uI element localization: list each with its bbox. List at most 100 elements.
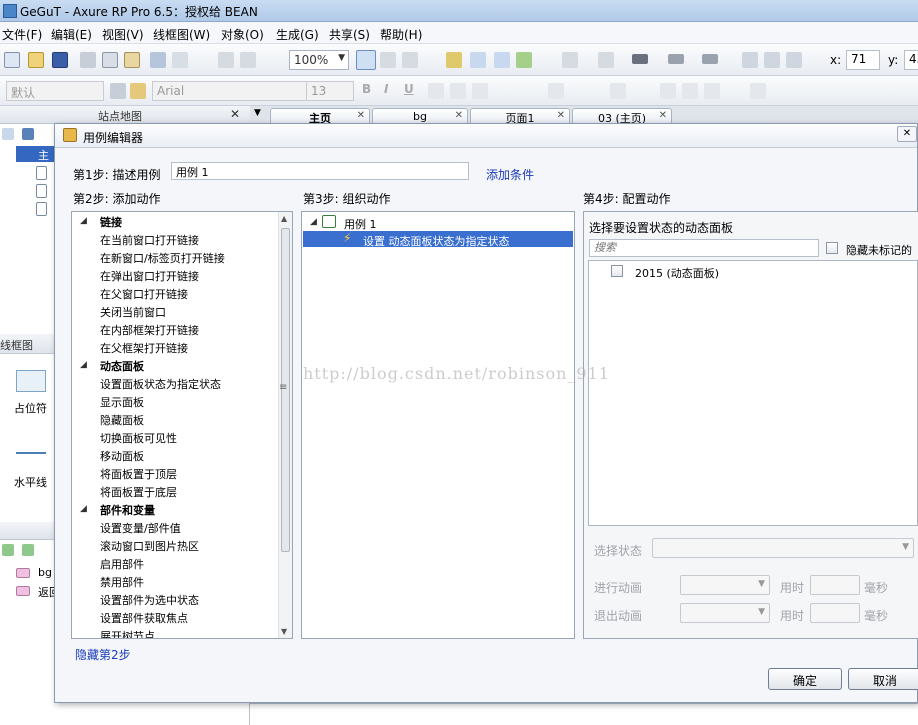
scroll-down-icon[interactable]: ▼ [281, 627, 287, 636]
enter-duration-input[interactable] [810, 575, 860, 595]
panel-search-input[interactable] [589, 239, 819, 257]
action-item[interactable]: 禁用部件 [100, 574, 144, 590]
action-item[interactable]: 移动面板 [100, 448, 144, 464]
tab-bg[interactable]: bg ✕ [372, 108, 468, 124]
action-item[interactable]: 显示面板 [100, 394, 144, 410]
menu-object[interactable]: 对象(O) [221, 26, 264, 43]
text-color-icon[interactable] [548, 83, 564, 99]
case-node-label[interactable]: 用例 1 [344, 216, 377, 232]
menu-file[interactable]: 文件(F) [2, 26, 42, 43]
cancel-button[interactable]: 取消 [848, 668, 918, 690]
menu-generate[interactable]: 生成(G) [276, 26, 319, 43]
connector-icon[interactable] [380, 52, 396, 68]
hide-unmarked-checkbox[interactable] [826, 242, 838, 254]
close-icon[interactable]: ✕ [897, 126, 917, 142]
hide-step2-link[interactable]: 隐藏第2步 [75, 646, 131, 663]
distribute-icon[interactable] [750, 83, 766, 99]
format-painter-icon[interactable] [110, 83, 126, 99]
line-weight-icon[interactable] [632, 54, 648, 64]
fill-color-icon[interactable] [562, 52, 578, 68]
page-icon[interactable] [36, 184, 47, 198]
close-icon[interactable]: ✕ [659, 110, 667, 121]
master-icon[interactable] [16, 568, 30, 578]
text-align-right-icon[interactable] [472, 83, 488, 99]
case-name-input[interactable]: 用例 1 [171, 162, 469, 180]
zoom-select[interactable]: 100% ▼ [289, 50, 349, 70]
tab-03[interactable]: 03 (主页) ✕ [572, 108, 672, 125]
actions-scrollbar[interactable]: ▲ ▼ [278, 212, 292, 638]
group-icon[interactable] [218, 52, 234, 68]
action-icon-2[interactable] [470, 52, 486, 68]
close-icon[interactable]: ✕ [357, 110, 365, 121]
action-item[interactable]: 设置变量/部件值 [100, 520, 181, 536]
copy-icon[interactable] [102, 52, 118, 68]
action-item[interactable]: 在父窗口打开链接 [100, 286, 188, 302]
tab-menu-icon[interactable]: ▼ [254, 108, 261, 118]
sitemap-root-selected[interactable]: 主 [16, 146, 56, 162]
align-right-icon[interactable] [786, 52, 802, 68]
action-icon-1[interactable] [446, 52, 462, 68]
open-icon[interactable] [28, 52, 44, 68]
master-icon[interactable] [16, 586, 30, 596]
arrow-style-icon[interactable] [702, 54, 718, 64]
add-condition-link[interactable]: 添加条件 [486, 166, 534, 183]
cut-icon[interactable] [80, 52, 96, 68]
underline-icon[interactable]: U [404, 82, 414, 96]
panel-checkbox[interactable] [611, 265, 623, 277]
x-input[interactable]: 71 [846, 50, 880, 70]
save-icon[interactable] [52, 52, 68, 68]
action-item[interactable]: 将面板置于底层 [100, 484, 177, 500]
action-item[interactable]: 在当前窗口打开链接 [100, 232, 199, 248]
canvas-area[interactable] [250, 703, 918, 725]
order-icon-3[interactable] [704, 83, 720, 99]
action-item[interactable]: 隐藏面板 [100, 412, 144, 428]
panel-list-item[interactable]: 2015 (动态面板) [635, 265, 719, 281]
select-state-dropdown[interactable]: ▼ [652, 538, 914, 558]
add-master-icon[interactable] [2, 544, 14, 556]
style-select[interactable]: 默认 [6, 81, 104, 101]
action-item[interactable]: 展开树节点 [100, 628, 155, 638]
action-item[interactable]: 设置部件获取焦点 [100, 610, 188, 626]
y-input[interactable]: 43 [904, 50, 918, 70]
menu-edit[interactable]: 编辑(E) [51, 26, 92, 43]
align-center-icon[interactable] [764, 52, 780, 68]
new-icon[interactable] [4, 52, 20, 68]
exit-duration-input[interactable] [810, 603, 860, 623]
expand-triangle-icon[interactable]: ◢ [80, 360, 87, 370]
ungroup-icon[interactable] [240, 52, 256, 68]
action-item[interactable]: 将面板置于顶层 [100, 466, 177, 482]
line-color-icon[interactable] [598, 52, 614, 68]
exit-animation-dropdown[interactable]: ▼ [680, 603, 770, 623]
master-item[interactable]: bg [38, 566, 52, 579]
action-group[interactable]: 部件和变量 [100, 502, 155, 518]
action-item[interactable]: 在内部框架打开链接 [100, 322, 199, 338]
close-icon[interactable]: ✕ [230, 107, 240, 121]
redo-icon[interactable] [172, 52, 188, 68]
enter-animation-dropdown[interactable]: ▼ [680, 575, 770, 595]
expand-triangle-icon[interactable]: ◢ [310, 217, 317, 227]
widgets-library-select[interactable]: 线框图 [0, 337, 33, 353]
page-icon[interactable] [36, 166, 47, 180]
add-page-icon[interactable] [2, 128, 14, 140]
italic-icon[interactable]: I [384, 82, 388, 96]
expand-triangle-icon[interactable]: ◢ [80, 504, 87, 514]
tab-home[interactable]: 主页 ✕ [270, 108, 370, 125]
action-item[interactable]: 在父框架打开链接 [100, 340, 188, 356]
tab-page1[interactable]: 页面1 ✕ [470, 108, 570, 125]
order-icon-2[interactable] [682, 83, 698, 99]
flow-icon[interactable] [402, 52, 418, 68]
action-icon-4[interactable] [516, 52, 532, 68]
placeholder-icon[interactable] [16, 370, 46, 392]
splitter-grip-icon[interactable]: ≡ [279, 382, 287, 393]
expand-triangle-icon[interactable]: ◢ [80, 216, 87, 226]
selected-action-row[interactable]: ⚡ 设置 动态面板状态为指定状态 [303, 231, 573, 248]
add-folder-icon[interactable] [22, 544, 34, 556]
ok-button[interactable]: 确定 [768, 668, 842, 690]
bullet-icon[interactable] [610, 83, 626, 99]
close-icon[interactable]: ✕ [455, 110, 463, 121]
action-item[interactable]: 在新窗口/标签页打开链接 [100, 250, 225, 266]
hline-icon[interactable] [16, 452, 46, 454]
font-size-select[interactable]: 13 [306, 81, 354, 101]
action-item[interactable]: 关闭当前窗口 [100, 304, 166, 320]
action-item[interactable]: 设置面板状态为指定状态 [100, 376, 221, 392]
